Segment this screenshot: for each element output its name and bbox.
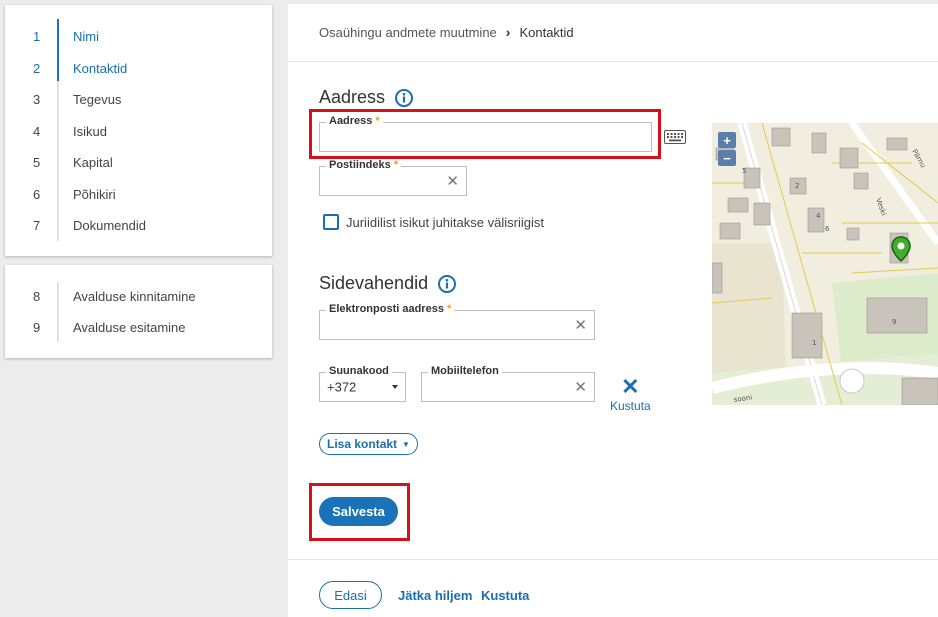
step-kapital[interactable]: 5 Kapital — [5, 147, 272, 177]
location-pin-icon — [891, 236, 911, 267]
step-number: 3 — [33, 91, 41, 107]
main-panel: Osaühingu andmete muutmine › Kontaktid A… — [288, 4, 938, 617]
step-label: Tegevus — [73, 91, 122, 107]
postal-field-label: Postiindeks * — [326, 159, 402, 171]
continue-later-link[interactable]: Jätka hiljem — [398, 588, 472, 603]
step-dokumendid[interactable]: 7 Dokumendid — [5, 210, 272, 240]
step-label: Avalduse esitamine — [73, 319, 186, 335]
clear-icon[interactable]: ✕ — [446, 172, 459, 190]
save-button[interactable]: Salvesta — [319, 497, 398, 526]
final-steps-card: 8 Avalduse kinnitamine 9 Avalduse esitam… — [5, 265, 272, 358]
chevron-right-icon: › — [505, 24, 511, 40]
step-number: 5 — [33, 154, 41, 170]
step-tegevus[interactable]: 3 Tegevus — [5, 84, 272, 114]
info-icon[interactable] — [395, 88, 414, 107]
step-label: Dokumendid — [73, 217, 146, 233]
add-contact-button[interactable]: Lisa kontakt ▼ — [319, 433, 418, 455]
postal-label-text: Postiindeks — [329, 159, 391, 171]
svg-text:5: 5 — [742, 167, 746, 175]
add-contact-label: Lisa kontakt — [327, 437, 398, 451]
step-label: Avalduse kinnitamine — [73, 288, 196, 304]
address-label-text: Aadress — [329, 115, 373, 127]
address-section-title: Aadress — [319, 87, 414, 108]
step-nimi[interactable]: 1 Nimi — [5, 21, 272, 51]
step-label: Nimi — [73, 28, 99, 44]
address-field-label: Aadress * — [326, 115, 383, 127]
delete-application-link[interactable]: Kustuta — [481, 588, 529, 603]
keyboard-icon[interactable] — [664, 130, 686, 149]
step-number: 2 — [33, 60, 41, 76]
clear-icon[interactable]: ✕ — [574, 316, 587, 334]
step-pohikiri[interactable]: 6 Põhikiri — [5, 179, 272, 209]
required-marker: * — [446, 303, 452, 315]
email-field-label: Elektronposti aadress * — [326, 303, 455, 315]
address-field[interactable]: Aadress * — [319, 115, 652, 152]
clear-icon[interactable]: ✕ — [574, 378, 587, 396]
foreign-management-checkbox[interactable] — [323, 214, 339, 230]
country-code-select[interactable]: Suunakood +372 — [319, 365, 406, 402]
next-button[interactable]: Edasi — [319, 581, 382, 609]
steps-card: 1 Nimi 2 Kontaktid 3 Tegevus 4 Isikud 5 … — [5, 5, 272, 256]
info-icon[interactable] — [438, 274, 457, 293]
breadcrumb-parent[interactable]: Osaühingu andmete muutmine — [319, 25, 497, 40]
svg-text:2: 2 — [795, 182, 799, 190]
step-number: 9 — [33, 319, 41, 335]
step-label: Isikud — [73, 123, 107, 139]
close-icon: ✕ — [621, 374, 640, 399]
step-avalduse-kinnitamine[interactable]: 8 Avalduse kinnitamine — [5, 281, 272, 311]
country-code-value: +372 — [327, 379, 357, 395]
step-number: 7 — [33, 217, 41, 233]
svg-text:1: 1 — [812, 339, 816, 347]
svg-text:9: 9 — [892, 318, 896, 326]
email-field[interactable]: Elektronposti aadress * ✕ — [319, 303, 595, 340]
step-number: 1 — [33, 28, 41, 44]
contact-section-title: Sidevahendid — [319, 273, 457, 294]
required-marker: * — [393, 159, 399, 171]
step-number: 8 — [33, 288, 41, 304]
step-label: Põhikiri — [73, 186, 116, 202]
divider — [288, 61, 938, 62]
email-label-text: Elektronposti aadress — [329, 303, 444, 315]
step-isikud[interactable]: 4 Isikud — [5, 116, 272, 146]
chevron-down-icon — [392, 385, 398, 389]
mobile-phone-field[interactable]: Mobiiltelefon ✕ — [421, 365, 595, 402]
foreign-management-label: Juriidilist isikut juhitakse välisriigis… — [346, 215, 544, 230]
step-label: Kapital — [73, 154, 113, 170]
chevron-down-icon: ▼ — [402, 439, 410, 449]
breadcrumb: Osaühingu andmete muutmine › Kontaktid — [319, 24, 574, 40]
step-kontaktid[interactable]: 2 Kontaktid — [5, 53, 272, 83]
divider — [288, 559, 938, 560]
delete-contact-button[interactable]: ✕ Kustuta — [610, 374, 651, 414]
location-map[interactable]: Veski Pärnu sooni 246 195 + − — [712, 123, 938, 405]
breadcrumb-current: Kontaktid — [519, 24, 574, 40]
zoom-in-button[interactable]: + — [718, 132, 736, 148]
address-title-text: Aadress — [319, 87, 386, 107]
country-code-label: Suunakood — [326, 365, 392, 377]
step-avalduse-esitamine[interactable]: 9 Avalduse esitamine — [5, 312, 272, 342]
step-number: 4 — [33, 123, 41, 139]
postal-code-field[interactable]: Postiindeks * ✕ — [319, 159, 467, 196]
mobile-field-label: Mobiiltelefon — [428, 365, 502, 377]
step-number: 6 — [33, 186, 41, 202]
svg-text:6: 6 — [825, 225, 830, 233]
svg-text:4: 4 — [816, 212, 821, 220]
zoom-out-button[interactable]: − — [718, 150, 736, 166]
required-marker: * — [375, 115, 380, 127]
step-label: Kontaktid — [73, 60, 128, 76]
delete-contact-label: Kustuta — [610, 399, 651, 413]
contact-title-text: Sidevahendid — [319, 273, 429, 293]
